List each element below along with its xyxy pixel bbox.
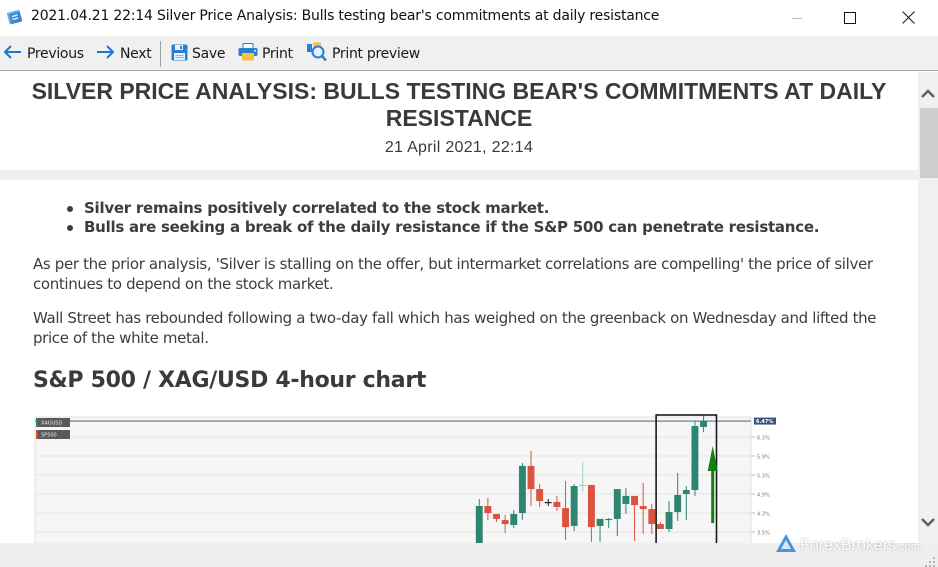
candle-body <box>639 506 647 510</box>
candle-body <box>553 502 561 507</box>
y-tick-label: 3.5% <box>757 531 770 537</box>
candle-body <box>579 484 587 487</box>
scroll-down-button[interactable] <box>918 510 938 532</box>
candle-body <box>665 512 673 529</box>
candle-body <box>475 506 483 543</box>
maximize-icon <box>844 9 856 28</box>
chevron-down-icon <box>920 512 936 531</box>
article-viewport: SILVER PRICE ANALYSIS: BULLS TESTING BEA… <box>0 72 918 543</box>
y-tick-label: 5.3% <box>757 474 770 480</box>
arrow-right-icon <box>96 45 120 63</box>
candle-body <box>656 524 664 529</box>
paragraph: As per the prior analysis, 'Silver is st… <box>33 255 873 293</box>
candle-body <box>527 465 535 490</box>
watermark: ForexBrokers .com <box>775 533 920 558</box>
scroll-up-button[interactable] <box>918 82 938 104</box>
candle-body <box>622 495 630 504</box>
candle-body <box>648 509 656 525</box>
article-date: 21 April 2021, 22:14 <box>384 139 534 156</box>
resize-grip-icon[interactable] <box>924 553 936 567</box>
key-point-item: Silver remains positively correlated to … <box>64 199 819 218</box>
print-preview-button[interactable]: Print preview <box>306 42 420 66</box>
candle-body <box>605 518 613 521</box>
candle-body <box>562 508 569 528</box>
print-preview-label: Print preview <box>332 46 420 62</box>
minimize-button[interactable] <box>774 0 820 36</box>
close-icon <box>901 9 915 28</box>
title-bar: 2021.04.21 22:14 Silver Price Analysis: … <box>0 0 938 36</box>
article-title: SILVER PRICE ANALYSIS: BULLS TESTING BEA… <box>31 78 887 131</box>
paragraph: Wall Street has rebounded following a tw… <box>33 309 877 347</box>
candle-body <box>631 495 638 506</box>
bullet-dot <box>67 206 73 212</box>
chart-heading: S&P 500 / XAG/USD 4-hour chart <box>33 368 427 393</box>
arrow-left-icon <box>3 45 27 63</box>
save-label: Save <box>192 46 226 62</box>
printer-icon <box>238 43 262 65</box>
toolbar-separator <box>160 41 161 67</box>
candle-body <box>536 489 544 502</box>
vertical-scrollbar[interactable] <box>918 72 938 543</box>
candle-body <box>682 490 690 495</box>
previous-button[interactable]: Previous <box>3 43 84 65</box>
next-label: Next <box>120 46 152 62</box>
y-tick-label: 5.9% <box>757 455 770 461</box>
key-point-text: Bulls are seeking a break of the daily r… <box>84 218 820 236</box>
y-tick-label: 4.3% <box>757 512 770 518</box>
candle-body <box>700 421 708 427</box>
close-button[interactable] <box>885 0 931 36</box>
chart-image: 6.3% 5.9% 5.3% 4.9% 4.3% 3.5% 6.47% XAGUSD SP500 <box>33 413 785 543</box>
candle-body <box>484 506 492 514</box>
floppy-disk-icon <box>171 44 192 65</box>
key-points-list: Silver remains positively correlated to … <box>64 199 819 237</box>
candle-body <box>493 513 500 519</box>
key-point-text: Silver remains positively correlated to … <box>84 199 550 217</box>
candle-body <box>674 494 682 513</box>
candle-body <box>501 520 509 525</box>
save-button[interactable]: Save <box>171 43 225 65</box>
candle-body <box>587 484 595 528</box>
next-button[interactable]: Next <box>96 43 152 65</box>
legend-swatch <box>36 418 38 427</box>
current-price-label: 6.47% <box>756 419 773 425</box>
watermark-suffix: .com <box>896 541 920 553</box>
bullet-dot <box>67 225 73 231</box>
candle-body <box>691 426 699 491</box>
candle-body <box>544 502 552 504</box>
news-document-icon <box>6 8 24 26</box>
candle-body <box>613 489 621 519</box>
article-header: SILVER PRICE ANALYSIS: BULLS TESTING BEA… <box>0 72 918 170</box>
scroll-thumb[interactable] <box>920 108 938 178</box>
maximize-button[interactable] <box>827 0 873 36</box>
key-point-item: Bulls are seeking a break of the daily r… <box>64 218 819 237</box>
candle-body <box>510 513 518 525</box>
print-button[interactable]: Print <box>238 43 293 65</box>
legend-label: SP500 <box>41 433 57 439</box>
chevron-up-icon <box>920 84 936 103</box>
header-divider <box>0 170 918 180</box>
legend-swatch <box>36 430 38 439</box>
print-label: Print <box>262 46 293 62</box>
candle-body <box>518 465 526 514</box>
candle-body <box>596 518 604 526</box>
print-preview-icon <box>306 42 332 66</box>
watermark-brand: ForexBrokers <box>800 536 897 554</box>
previous-label: Previous <box>27 46 84 62</box>
minimize-icon <box>791 9 803 28</box>
forexbrokers-logo-icon <box>775 533 800 558</box>
candle-body <box>570 486 578 526</box>
candlestick-chart: 6.3% 5.9% 5.3% 4.9% 4.3% 3.5% 6.47% XAGUSD SP500 <box>34 414 776 543</box>
y-tick-label: 6.3% <box>757 436 770 442</box>
legend-label: XAGUSD <box>41 421 62 427</box>
toolbar: Previous Next Save Print Print preview <box>0 36 938 71</box>
y-tick-label: 4.9% <box>757 493 770 499</box>
window-title: 2021.04.21 22:14 Silver Price Analysis: … <box>31 8 660 24</box>
